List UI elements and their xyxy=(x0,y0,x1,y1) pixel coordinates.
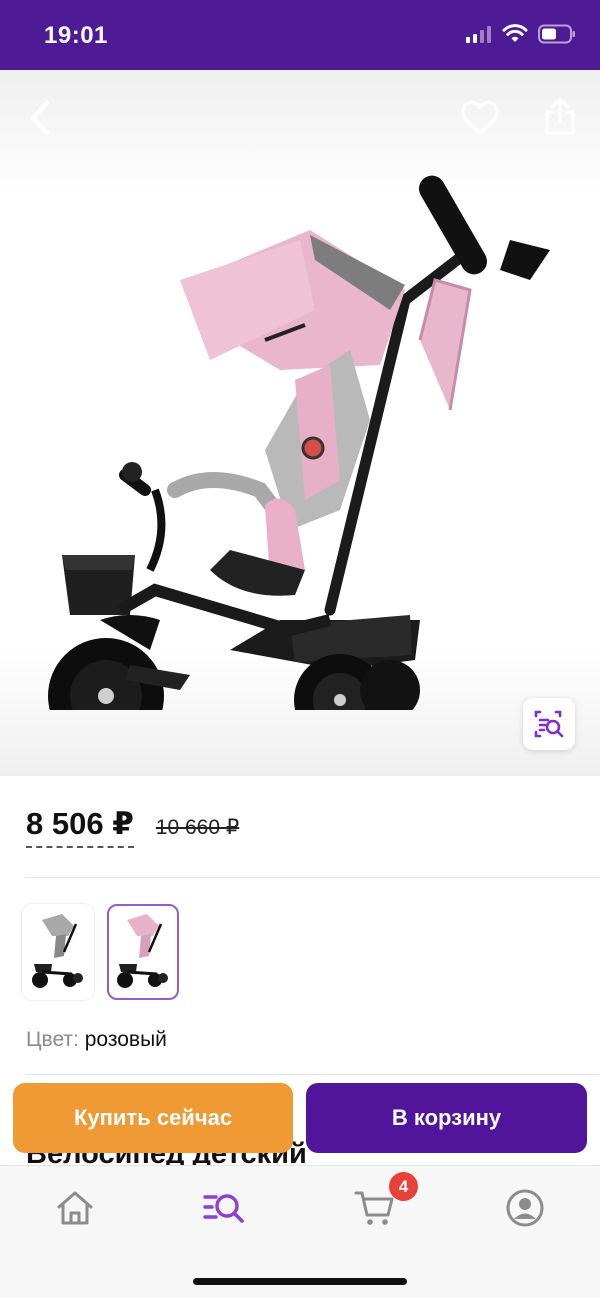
cart-badge: 4 xyxy=(389,1172,418,1201)
divider xyxy=(26,1074,600,1075)
home-indicator[interactable] xyxy=(193,1278,407,1285)
add-to-cart-button[interactable]: В корзину xyxy=(306,1083,587,1153)
variant-thumbnail-grey xyxy=(32,914,83,988)
product-page: 19:01 Kinderkraft 8 506 ₽ 10 660 ₽ Цвет:… xyxy=(0,0,600,1298)
cart-icon xyxy=(354,1191,394,1225)
color-variant-grey[interactable] xyxy=(22,904,94,1000)
image-search-icon xyxy=(534,710,564,738)
product-gallery[interactable]: Kinderkraft xyxy=(0,70,600,776)
catalog-search-icon xyxy=(203,1194,244,1223)
variant-thumbnail-pink xyxy=(117,914,168,988)
profile-icon xyxy=(506,1189,544,1227)
current-price[interactable]: 8 506 ₽ xyxy=(26,806,134,848)
share-icon xyxy=(545,97,575,135)
home-icon xyxy=(57,1191,93,1225)
color-variant-pink[interactable] xyxy=(107,904,179,1000)
buy-now-button[interactable]: Купить сейчас xyxy=(13,1083,293,1153)
product-image: Kinderkraft xyxy=(48,175,550,710)
cellular-signal-icon xyxy=(466,25,492,48)
favorite-button[interactable] xyxy=(456,94,504,142)
price-row: 8 506 ₽ 10 660 ₽ xyxy=(26,806,239,848)
old-price: 10 660 ₽ xyxy=(155,816,240,839)
color-info: Цвет: розовый xyxy=(26,1028,167,1052)
back-button[interactable] xyxy=(16,94,64,142)
tab-catalog[interactable] xyxy=(195,1184,255,1232)
wifi-icon xyxy=(502,24,528,49)
heart-icon xyxy=(461,100,499,135)
back-arrow-icon xyxy=(30,100,50,136)
tab-home[interactable] xyxy=(45,1184,105,1232)
tab-profile[interactable] xyxy=(495,1184,555,1232)
divider xyxy=(26,877,600,878)
status-bar: 19:01 xyxy=(0,0,600,70)
share-button[interactable] xyxy=(536,92,584,140)
color-label: Цвет: xyxy=(26,1028,79,1051)
status-time: 19:01 xyxy=(44,22,108,49)
status-icons xyxy=(466,24,576,49)
color-value: розовый xyxy=(84,1028,167,1051)
battery-icon xyxy=(538,24,576,49)
image-search-button[interactable] xyxy=(523,698,575,750)
